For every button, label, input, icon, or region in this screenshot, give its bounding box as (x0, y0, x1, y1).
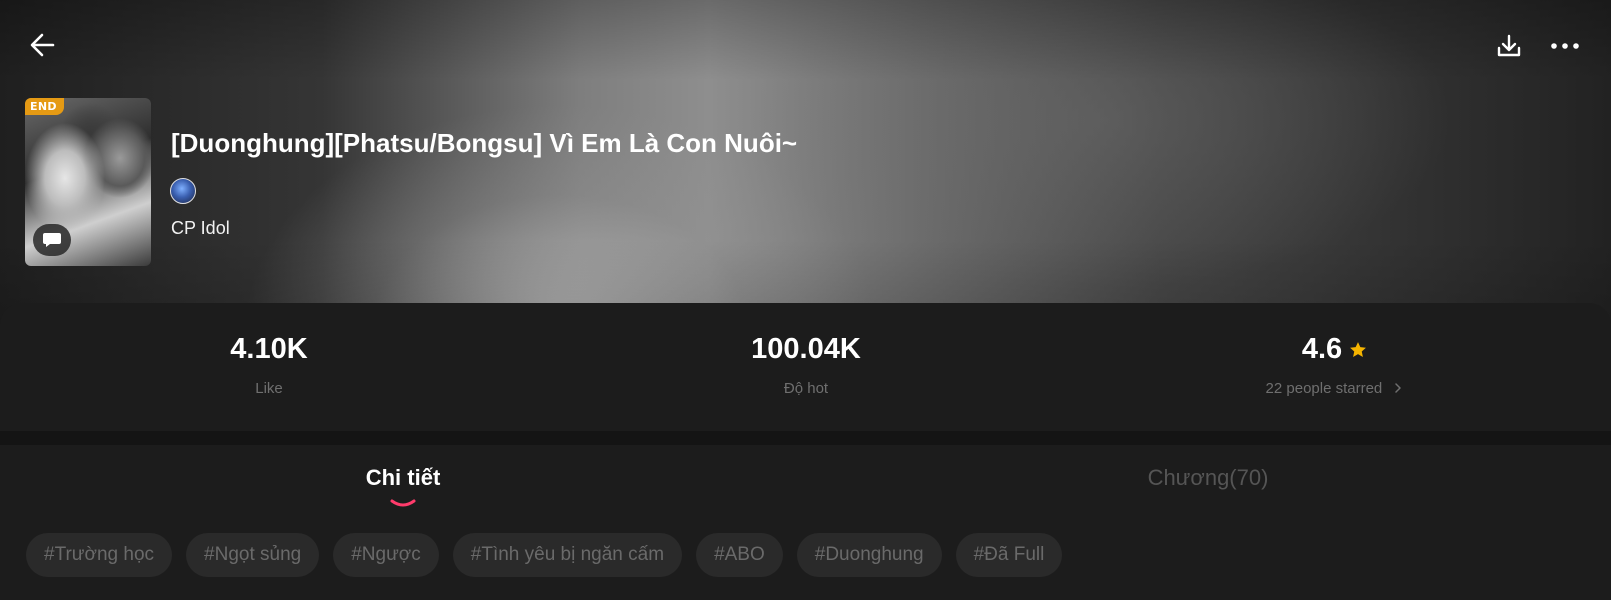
tag-chip[interactable]: #Tình yêu bị ngăn cấm (452, 533, 683, 577)
book-category[interactable]: CP Idol (171, 218, 230, 239)
hero-background (0, 0, 1611, 320)
book-cover[interactable]: END (25, 98, 151, 266)
chat-bubble-icon (43, 233, 61, 247)
arrow-left-icon (30, 33, 55, 57)
star-icon (1350, 341, 1367, 357)
stats-panel: 4.10K Like 100.04K Độ hot 4.6 22 people … (0, 303, 1611, 431)
book-detail-page: END [Duonghung][Phatsu/Bongsu] Vì Em Là … (0, 0, 1611, 600)
rating-count-link[interactable]: 22 people starred (1185, 380, 1485, 397)
content-area: Chi tiết Chương(70) #Trường học #Ngọt sủ… (0, 445, 1611, 600)
book-title: [Duonghung][Phatsu/Bongsu] Vì Em Là Con … (171, 128, 798, 158)
likes-label: Like (255, 380, 283, 397)
tag-list: #Trường học #Ngọt sủng #Ngược #Tình yêu … (26, 533, 1063, 577)
chat-badge (33, 224, 71, 256)
author-avatar[interactable] (170, 178, 196, 204)
stat-likes: 4.10K Like (119, 333, 419, 397)
tag-chip[interactable]: #Ngọt sủng (186, 533, 320, 577)
hot-count: 100.04K (751, 333, 861, 365)
download-icon (1497, 34, 1521, 57)
tag-chip[interactable]: #Đã Full (955, 533, 1063, 577)
tag-chip[interactable]: #Ngược (333, 533, 439, 577)
tab-active-indicator (390, 499, 416, 507)
rating-count-label: 22 people starred (1265, 380, 1383, 397)
top-actions (1493, 30, 1581, 62)
tag-chip[interactable]: #ABO (696, 533, 783, 577)
rating-value: 4.6 (1301, 333, 1343, 365)
section-divider (0, 431, 1611, 445)
status-badge: END (25, 98, 64, 115)
chevron-right-icon (1395, 383, 1402, 393)
stat-hot: 100.04K Độ hot (656, 333, 956, 397)
hot-label: Độ hot (783, 380, 829, 397)
tab-chapters[interactable]: Chương(70) (1058, 465, 1358, 491)
download-button[interactable] (1493, 30, 1525, 62)
likes-count: 4.10K (230, 333, 308, 365)
tag-chip[interactable]: #Trường học (26, 533, 173, 577)
tag-chip[interactable]: #Duonghung (796, 533, 942, 577)
back-button[interactable] (26, 28, 60, 62)
more-button[interactable] (1549, 30, 1581, 62)
tab-details[interactable]: Chi tiết (253, 465, 553, 491)
more-horizontal-icon (1551, 43, 1579, 49)
rating-value-row: 4.6 (1302, 333, 1368, 366)
stat-rating[interactable]: 4.6 22 people starred (1185, 333, 1485, 397)
